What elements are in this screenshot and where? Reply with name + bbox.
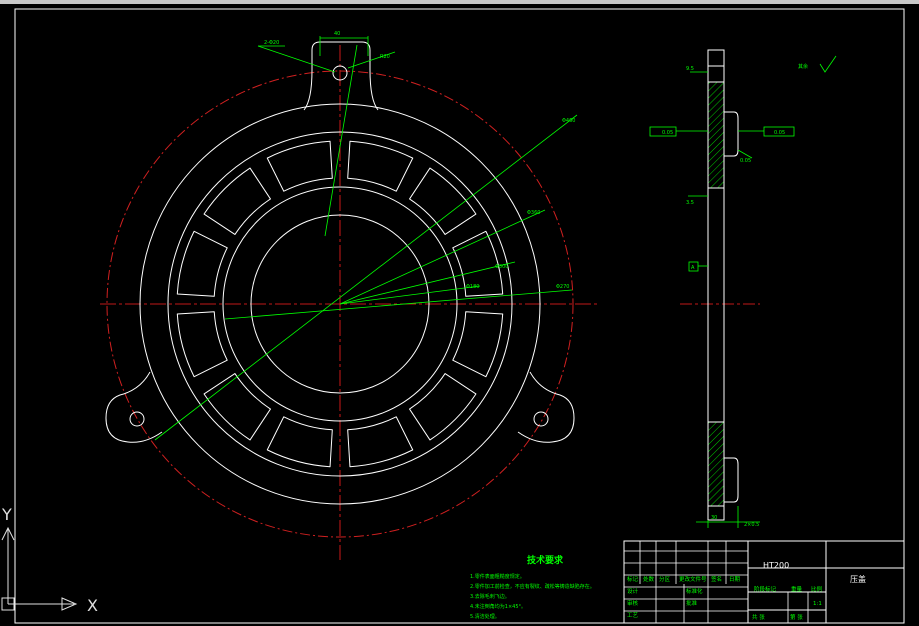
tb-header-1: 处数 [643,575,655,583]
gdt-left-value: 0.05 [662,130,673,136]
tb-header-3: 更改文件号 [679,575,707,583]
note-5: 5.清洁处理。 [470,613,500,620]
tb-header-2: 分区 [659,575,671,583]
canvas-background [0,0,919,626]
tb-standard: 标准化 [686,587,703,595]
note-4: 4.未注倒角均为1×45°。 [470,603,526,610]
tb-process: 工艺 [627,612,639,619]
dim-top-width: 40 [334,31,340,37]
tb-part-name: 压盖 [850,574,866,584]
note-3: 3.去除毛刺飞边。 [470,593,510,600]
dim-top-left: 2-Φ20 [264,40,279,46]
gdt-right-value: 0.05 [774,130,785,136]
dim-diam-outer: Φ460 [562,118,575,124]
side-dim-top: 9.5 [686,66,694,72]
tb-stage: 阶段标记 [754,585,777,593]
datum-letter: A [691,265,695,271]
tb-header-5: 日期 [729,576,741,583]
ucs-y-label: Y [1,505,12,524]
tb-weight: 重量 [791,585,803,593]
dim-diam-b: Φ300 [495,264,508,270]
note-2: 2.零件加工前检查，不应有裂纹、疏松等铸造缺陷存在。 [470,583,595,590]
tb-material: HT200 [763,561,789,570]
dim-diam-d: Φ270 [556,284,569,290]
tb-scale: 比例 [811,585,823,593]
tb-check: 审核 [627,599,639,607]
side-dim-bottom-a: 30 [711,515,717,521]
side-dim-left: 3.5 [686,200,694,206]
cad-drawing-canvas[interactable]: 2-Φ20 40 R20 Φ460 Φ360 Φ300 Φ180 Φ270 9.… [0,0,919,626]
tb-sheet: 共 张 [752,613,765,621]
side-dim-right: 0.05 [740,158,751,164]
side-hatch-upper [707,81,725,189]
tb-sheet-of: 第 张 [790,613,803,621]
dim-top-right: R20 [380,54,390,60]
notes-title: 技术要求 [527,554,564,566]
window-top-strip [0,0,919,4]
tb-approve: 批准 [686,599,698,607]
tb-header-0: 标记 [627,575,639,583]
side-hatch-lower [707,421,725,507]
side-dim-bottom-b: 2×0.5 [744,522,759,528]
surface-note: 其余 [798,63,808,70]
dim-diam-a: Φ360 [527,210,540,216]
note-1: 1.零件表面粗糙度规定。 [470,573,525,580]
tb-header-4: 签名 [711,575,722,583]
dim-diam-c: Φ180 [466,284,479,290]
tb-scale-value: 1:1 [813,601,822,607]
tb-design: 设计 [627,587,639,595]
ucs-x-label: X [87,596,98,615]
